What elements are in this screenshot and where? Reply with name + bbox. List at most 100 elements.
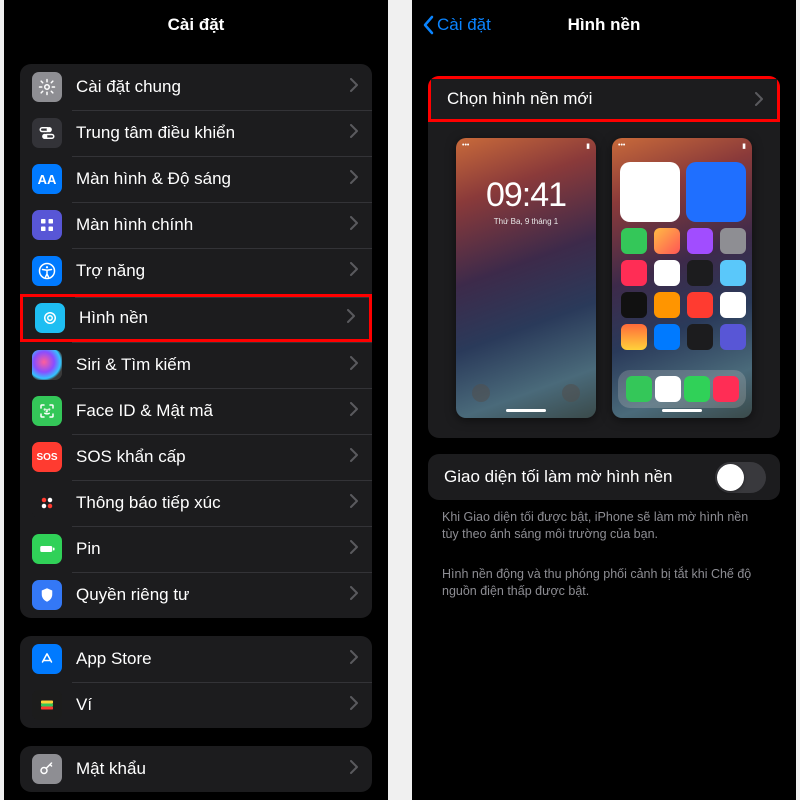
key-icon: [32, 754, 62, 784]
app-icon: [720, 228, 746, 254]
app-icon: [654, 260, 680, 286]
row-label: Trung tâm điều khiển: [76, 123, 350, 143]
chevron-right-icon: [350, 262, 358, 281]
wallpaper-icon: [35, 303, 65, 333]
status-bar: •••▮: [462, 142, 590, 150]
choose-new-wallpaper-row[interactable]: Chọn hình nền mới: [428, 76, 780, 122]
dark-dim-note: Khi Giao diện tối được bật, iPhone sẽ là…: [428, 500, 780, 543]
dark-dim-row[interactable]: Giao diện tối làm mờ hình nền: [428, 454, 780, 500]
chevron-right-icon: [350, 356, 358, 375]
app-icon: [654, 324, 680, 350]
home-indicator: [506, 409, 546, 412]
dark-dim-toggle[interactable]: [715, 462, 766, 493]
wallpaper-previews: •••▮ 09:41 Thứ Ba, 9 tháng 1 •••▮: [428, 122, 780, 438]
app-icon: [621, 292, 647, 318]
exposure-icon: [32, 488, 62, 518]
homescreen-preview[interactable]: •••▮: [612, 138, 752, 418]
chevron-right-icon: [350, 540, 358, 559]
row-label: Hình nền: [79, 308, 347, 328]
dark-dim-section: Giao diện tối làm mờ hình nền: [428, 454, 780, 500]
settings-row-siri[interactable]: Siri & Tìm kiếm: [20, 342, 372, 388]
chevron-right-icon: [347, 309, 355, 328]
battery-icon: [32, 534, 62, 564]
row-label: Thông báo tiếp xúc: [76, 493, 350, 513]
settings-section: Mật khẩu: [20, 746, 372, 792]
chevron-right-icon: [350, 170, 358, 189]
homescreen-grid: [620, 162, 744, 350]
settings-row-wallet[interactable]: Ví: [20, 682, 372, 728]
app-icon: [621, 324, 647, 350]
nav-bar: Cài đặt: [4, 0, 388, 50]
app-icon: [621, 228, 647, 254]
chevron-left-icon: [422, 15, 434, 35]
lockscreen-preview[interactable]: •••▮ 09:41 Thứ Ba, 9 tháng 1: [456, 138, 596, 418]
settings-row-gear[interactable]: Cài đặt chung: [20, 64, 372, 110]
chevron-right-icon: [350, 494, 358, 513]
settings-row-appstore[interactable]: App Store: [20, 636, 372, 682]
lockscreen-time: 09:41: [456, 176, 596, 215]
nav-bar: Cài đặt Hình nền: [412, 0, 796, 50]
row-label: Mật khẩu: [76, 759, 350, 779]
flashlight-icon: [472, 384, 490, 402]
row-label: Ví: [76, 695, 350, 715]
appstore-icon: [32, 644, 62, 674]
settings-row-accessibility[interactable]: Trợ năng: [20, 248, 372, 294]
back-button[interactable]: Cài đặt: [422, 15, 491, 35]
row-label: Trợ năng: [76, 261, 350, 281]
settings-row-battery[interactable]: Pin: [20, 526, 372, 572]
settings-row-switches[interactable]: Trung tâm điều khiển: [20, 110, 372, 156]
dark-dim-label: Giao diện tối làm mờ hình nền: [444, 467, 715, 487]
chevron-right-icon: [350, 586, 358, 605]
settings-phone: Cài đặt Cài đặt chung Trung tâm điều khiể…: [4, 0, 388, 800]
settings-row-key[interactable]: Mật khẩu: [20, 746, 372, 792]
settings-list: Cài đặt chung Trung tâm điều khiển AA Màn h…: [4, 50, 388, 800]
phone-app-icon: [626, 376, 652, 402]
settings-section: App Store Ví: [20, 636, 372, 728]
row-label: Cài đặt chung: [76, 77, 350, 97]
dynamic-note: Hình nền động và thu phóng phối cảnh bị …: [428, 557, 780, 600]
row-label: App Store: [76, 649, 350, 669]
chevron-right-icon: [350, 760, 358, 779]
choose-new-label: Chọn hình nền mới: [447, 89, 755, 109]
wallet-icon: [32, 690, 62, 720]
siri-icon: [32, 350, 62, 380]
home-indicator: [662, 409, 702, 412]
status-bar: •••▮: [618, 142, 746, 150]
app-icon: [621, 260, 647, 286]
settings-row-text-size[interactable]: AA Màn hình & Độ sáng: [20, 156, 372, 202]
wallpaper-phone: Cài đặt Hình nền Chọn hình nền mới •••▮ …: [412, 0, 796, 800]
back-label: Cài đặt: [437, 15, 491, 35]
safari-app-icon: [655, 376, 681, 402]
messages-app-icon: [684, 376, 710, 402]
settings-row-sos[interactable]: SOSSOS khẩn cấp: [20, 434, 372, 480]
row-label: Màn hình chính: [76, 215, 350, 235]
app-icon: [720, 260, 746, 286]
app-icon: [687, 260, 713, 286]
dock: [618, 370, 746, 408]
widget: [620, 162, 680, 222]
app-icon: [720, 324, 746, 350]
toggle-knob: [717, 464, 744, 491]
settings-row-faceid[interactable]: Face ID & Mật mã: [20, 388, 372, 434]
settings-row-privacy[interactable]: Quyền riêng tư: [20, 572, 372, 618]
app-icon: [687, 292, 713, 318]
chevron-right-icon: [350, 696, 358, 715]
app-icon: [654, 292, 680, 318]
row-label: Pin: [76, 539, 350, 559]
settings-row-wallpaper[interactable]: Hình nền: [20, 294, 372, 342]
camera-icon: [562, 384, 580, 402]
choose-wallpaper-section: Chọn hình nền mới •••▮ 09:41 Thứ Ba, 9 t…: [428, 76, 780, 438]
widget: [686, 162, 746, 222]
text-size-icon: AA: [32, 164, 62, 194]
gear-icon: [32, 72, 62, 102]
settings-row-grid[interactable]: Màn hình chính: [20, 202, 372, 248]
app-icon: [687, 228, 713, 254]
wallpaper-content: Chọn hình nền mới •••▮ 09:41 Thứ Ba, 9 t…: [412, 50, 796, 800]
chevron-right-icon: [350, 78, 358, 97]
row-label: Màn hình & Độ sáng: [76, 169, 350, 189]
row-label: Face ID & Mật mã: [76, 401, 350, 421]
chevron-right-icon: [350, 402, 358, 421]
settings-row-exposure[interactable]: Thông báo tiếp xúc: [20, 480, 372, 526]
chevron-right-icon: [350, 650, 358, 669]
accessibility-icon: [32, 256, 62, 286]
